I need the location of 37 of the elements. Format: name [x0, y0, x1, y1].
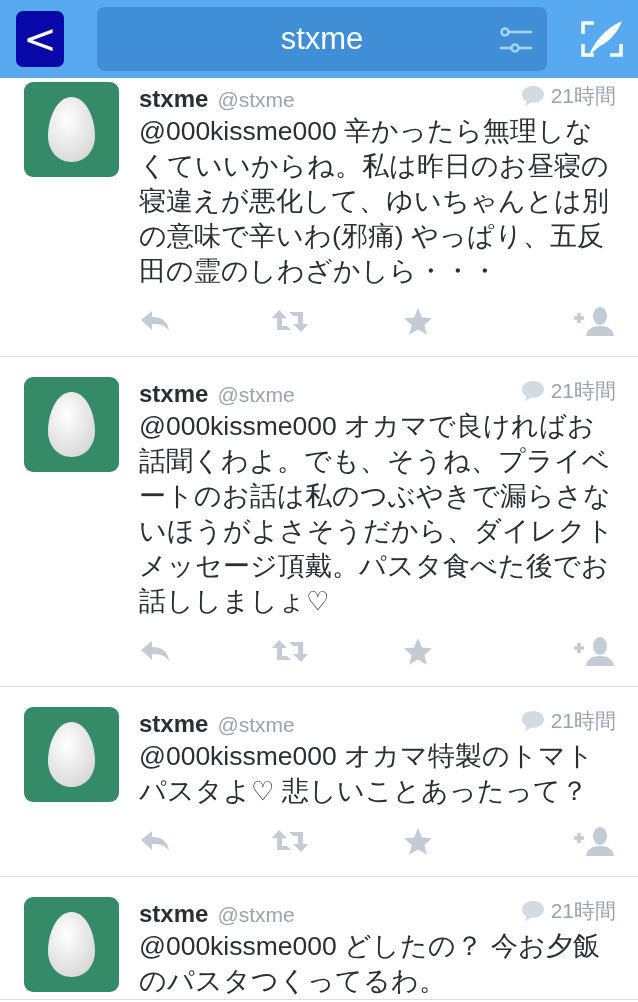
retweet-icon[interactable] [271, 637, 309, 664]
star-icon[interactable] [403, 826, 433, 855]
user-name[interactable]: stxme [139, 380, 209, 408]
avatar[interactable] [24, 377, 119, 472]
tweet-text: @000kissme000 辛かったら無理しなくていいからね。私は昨日のお昼寝の寝違えが悪化して、ゆいちゃんとは別の意味で辛いわ(邪痛) やっぱり、五反田の霊のしわざかしら・・・ [139, 115, 610, 288]
filter-icon[interactable] [499, 27, 533, 53]
star-icon[interactable] [403, 306, 433, 335]
follow-icon[interactable] [572, 824, 616, 857]
timestamp: 21時間 [550, 378, 616, 404]
avatar[interactable] [24, 82, 119, 177]
screen-title: stxme [280, 21, 364, 57]
follow-icon[interactable] [572, 634, 616, 667]
timestamp: 21時間 [550, 83, 616, 109]
follow-icon[interactable] [572, 304, 616, 337]
star-icon[interactable] [403, 636, 433, 665]
tweet-text: @000kissme000 オカマ特製のトマトパスタよ♡ 悲しいことあったって？ [139, 740, 596, 808]
avatar[interactable] [24, 897, 119, 992]
user-handle: @stxme [217, 88, 295, 112]
avatar[interactable] [24, 707, 119, 802]
tweet-text: @000kissme000 オカマで良ければお話聞くわよ。でも、そうね、プライベートのお話は私のつぶやきで漏らさないほうがよさそうだから、ダイレクトメッセージ頂戴。パスタ食べた後でお話ししましょ♡ [139, 410, 615, 618]
speech-bubble-icon [520, 380, 545, 402]
retweet-icon[interactable] [271, 827, 309, 854]
user-handle: @stxme [217, 383, 295, 407]
speech-bubble-icon [520, 710, 545, 732]
timestamp: 21時間 [550, 898, 616, 924]
tweet-text: @000kissme000 どしたの？ 今お夕飯のパスタつくってるわ。 [139, 930, 601, 998]
user-name[interactable]: stxme [139, 710, 209, 738]
back-button[interactable]: < [16, 11, 64, 67]
user-name[interactable]: stxme [139, 900, 209, 928]
user-handle: @stxme [217, 713, 295, 737]
speech-bubble-icon [520, 85, 545, 107]
speech-bubble-icon [520, 900, 545, 922]
compose-icon[interactable] [580, 19, 624, 59]
retweet-icon[interactable] [271, 307, 309, 334]
timestamp: 21時間 [550, 708, 616, 734]
user-handle: @stxme [217, 903, 295, 927]
user-name[interactable]: stxme [139, 85, 209, 113]
